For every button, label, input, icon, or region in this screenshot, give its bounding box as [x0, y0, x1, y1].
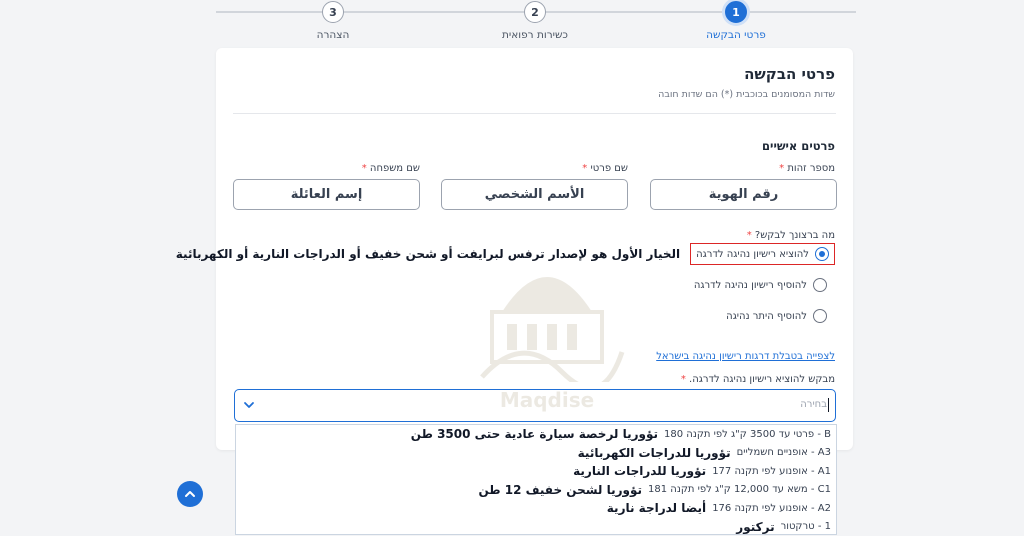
form-subtitle: שדות המסומנים בכוכבית (*) הם שדות חובה — [658, 89, 835, 100]
radio-label: להוציא רישיון נהיגה לדרגה — [696, 248, 809, 260]
form-title: פרטי הבקשה — [744, 65, 835, 83]
dropdown-option[interactable]: A3 - אופניים חשמליים تؤوريا للدراجات الك… — [236, 444, 836, 463]
option-code: C1 - משא עד 12,000 ק"ג לפי תקנה 181 — [648, 484, 831, 496]
dropdown-option[interactable]: C1 - משא עד 12,000 ק"ג לפי תקנה 181 تؤور… — [236, 481, 836, 500]
highlight-box: להוציא רישיון נהיגה לדרגה — [690, 243, 835, 265]
step-number: 3 — [322, 1, 344, 23]
option-arabic-note: تؤوريا لرخصة سيارة عادية حتى 3500 طن — [410, 427, 659, 442]
request-form-card: פרטי הבקשה שדות המסומנים בכוכבית (*) הם … — [176, 48, 853, 450]
option-arabic-note: تؤوريا للدراجات النارية — [573, 464, 707, 479]
section-title: פרטים אישיים — [762, 139, 835, 153]
first-name-label: שם פרטי * — [582, 163, 628, 174]
step-medical-fitness[interactable]: 2 כשירות רפואית — [475, 1, 595, 41]
option-arabic-note: تركتور — [736, 519, 775, 534]
dropdown-option[interactable]: A1 - אופנוע לפי תקנה 177 تؤوريا للدراجات… — [236, 462, 836, 481]
step-number: 2 — [524, 1, 546, 23]
select-placeholder: בחירה — [800, 399, 827, 410]
option-arabic-note: تؤوريا لشحن خفيف 12 طن — [478, 482, 643, 497]
first-name-input[interactable]: الأسم الشخصي — [441, 179, 628, 210]
last-name-label: שם משפחה * — [361, 163, 420, 174]
step-label: פרטי הבקשה — [706, 29, 766, 41]
dropdown-option[interactable]: A2 - אופנוע לפי תקנה 176 أيضا لدراجة نار… — [236, 499, 836, 518]
license-grade-options: B - פרטי עד 3500 ק"ג לפי תקנה 180 تؤوريا… — [235, 424, 837, 535]
step-declaration[interactable]: 3 הצהרה — [273, 1, 393, 41]
radio-label: להוסיף רישיון נהיגה לדרגה — [693, 279, 807, 291]
id-number-input[interactable]: رقم الهوية — [650, 179, 837, 210]
option-code: A3 - אופניים חשמליים — [736, 447, 831, 459]
option-code: A1 - אופנוע לפי תקנה 177 — [712, 465, 831, 477]
radio-label: להוסיף היתר נהיגה — [726, 310, 807, 322]
step-request-details[interactable]: 1 פרטי הבקשה — [676, 1, 796, 41]
last-name-input[interactable]: إسم العائلة — [233, 179, 420, 210]
option-arabic-note: تؤوريا للدراجات الكهربائية — [577, 445, 731, 460]
license-grades-link[interactable]: לצפייה בטבלת דרגות רישיון נהיגה בישראל — [656, 351, 835, 362]
step-number: 1 — [725, 1, 747, 23]
arabic-annotation: الخيار الأول هو لإصدار ترفس لبرايفت أو ش… — [175, 247, 681, 261]
step-label: הצהרה — [316, 29, 350, 41]
step-label: כשירות רפואית — [502, 29, 568, 41]
scroll-to-top-button[interactable] — [177, 481, 203, 507]
request-type-question: מה ברצונך לבקש? * — [746, 230, 835, 241]
radio-option-issue-license[interactable]: להוציא רישיון נהיגה לדרגה الخيار الأول ه… — [176, 243, 835, 265]
dropdown-option[interactable]: 1 - טרקטור تركتور — [236, 518, 836, 535]
text-caret — [828, 398, 829, 412]
option-arabic-note: أيضا لدراجة نارية — [606, 501, 707, 516]
license-grade-select[interactable]: בחירה — [234, 389, 836, 422]
option-code: A2 - אופנוע לפי תקנה 176 — [712, 502, 831, 514]
id-number-label: מספר זהות * — [779, 163, 835, 174]
radio-option-add-license[interactable]: להוסיף רישיון נהיגה לדרגה — [694, 278, 835, 292]
progress-stepper: 1 פרטי הבקשה 2 כשירות רפואית 3 הצהרה — [216, 0, 856, 45]
option-code: 1 - טרקטור — [780, 521, 831, 533]
radio-button[interactable] — [813, 309, 827, 323]
dropdown-option[interactable]: B - פרטי עד 3500 ק"ג לפי תקנה 180 تؤوريا… — [236, 425, 836, 444]
radio-button[interactable] — [813, 278, 827, 292]
option-code: B - פרטי עד 3500 ק"ג לפי תקנה 180 — [664, 428, 831, 440]
chevron-down-icon[interactable] — [243, 399, 255, 411]
radio-option-add-permit[interactable]: להוסיף היתר נהיגה — [726, 309, 835, 323]
radio-button-checked[interactable] — [815, 247, 829, 261]
license-grade-label: מבקש להוציא רישיון נהיגה לדרגה. * — [680, 374, 835, 385]
divider — [233, 113, 836, 114]
chevron-up-icon — [185, 491, 195, 497]
